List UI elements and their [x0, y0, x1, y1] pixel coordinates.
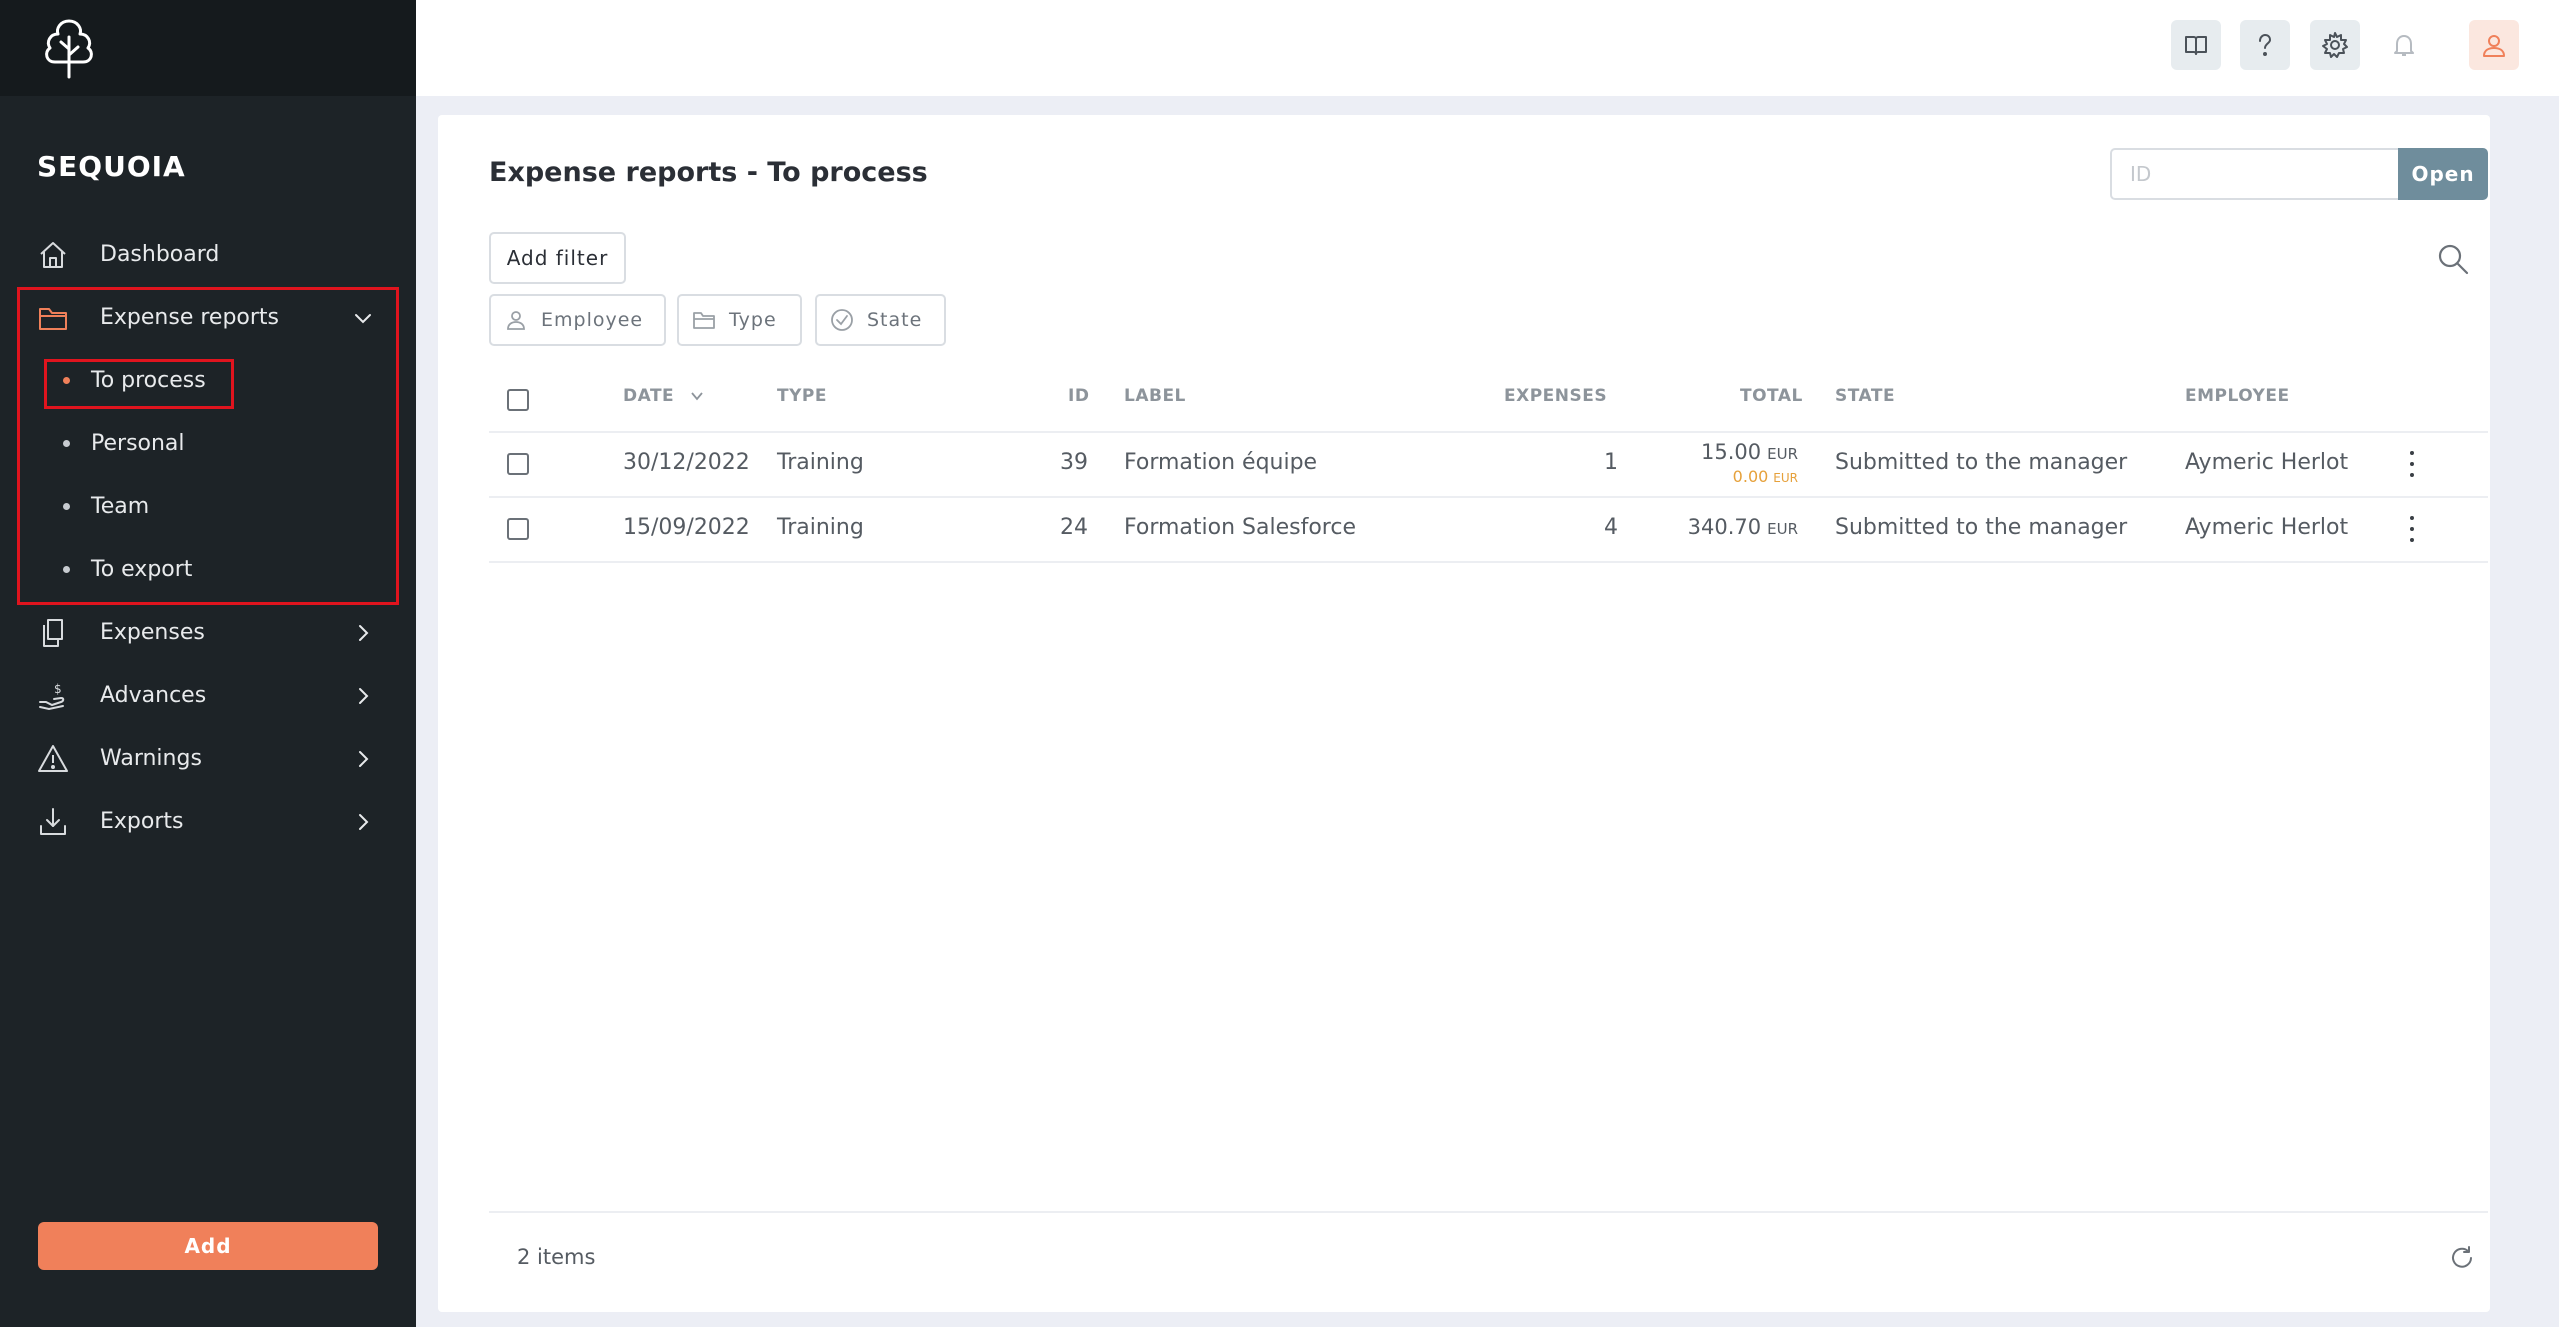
column-header-label: DATE [623, 386, 675, 406]
tree-logo-icon[interactable] [36, 15, 102, 81]
column-header-state[interactable]: STATE [1835, 386, 1895, 406]
search-icon[interactable] [2436, 242, 2470, 276]
row-divider [489, 496, 2488, 498]
person-icon [503, 307, 529, 333]
sidebar-item-expenses[interactable]: Expenses [0, 601, 416, 664]
chip-label: State [867, 309, 923, 331]
refresh-icon[interactable] [2448, 1244, 2476, 1272]
chip-label: Employee [541, 309, 644, 331]
cell-state: Submitted to the manager [1835, 450, 2128, 475]
filter-chip-state[interactable]: State [815, 294, 946, 346]
highlight-box-to-process [44, 359, 234, 409]
cell-type: Training [777, 450, 864, 475]
header-divider [489, 431, 2488, 433]
sidebar-header [0, 0, 416, 96]
chevron-right-icon[interactable] [350, 620, 376, 646]
column-header-date[interactable]: DATE [623, 386, 705, 406]
brand-name: SEQUOIA [37, 150, 186, 183]
chevron-right-icon[interactable] [350, 746, 376, 772]
total-currency: EUR [1767, 520, 1798, 538]
more-vertical-icon[interactable] [2402, 451, 2422, 477]
column-header-expenses[interactable]: EXPENSES [1504, 386, 1607, 406]
filter-chip-employee[interactable]: Employee [489, 294, 666, 346]
more-vertical-icon[interactable] [2402, 516, 2422, 542]
sidebar-item-label: Dashboard [100, 242, 220, 267]
sidebar: SEQUOIA Dashboard Expense reports To pro… [0, 0, 416, 1327]
open-button[interactable]: Open [2398, 148, 2488, 200]
column-header-total[interactable]: TOTAL [1740, 386, 1803, 406]
sort-down-icon [690, 392, 703, 401]
chip-label: Type [729, 309, 777, 331]
add-button[interactable]: Add [38, 1222, 378, 1270]
sidebar-item-label: Warnings [100, 746, 202, 771]
gear-icon[interactable] [2310, 20, 2360, 70]
column-header-type[interactable]: TYPE [777, 386, 827, 406]
bell-icon[interactable] [2379, 20, 2429, 70]
total-amount: 340.70 [1687, 515, 1762, 539]
cell-date: 15/09/2022 [623, 515, 750, 540]
sidebar-item-dashboard[interactable]: Dashboard [0, 223, 416, 286]
hand-coin-icon: $ [36, 679, 70, 713]
cell-employee: Aymeric Herlot [2185, 450, 2349, 475]
sidebar-item-advances[interactable]: $ Advances [0, 664, 416, 727]
cell-id: 24 [1060, 515, 1088, 540]
column-header-employee[interactable]: EMPLOYEE [2185, 386, 2290, 406]
cell-total: 340.70 EUR [1598, 515, 1798, 539]
help-icon[interactable] [2240, 20, 2290, 70]
cell-employee: Aymeric Herlot [2185, 515, 2349, 540]
check-circle-icon [829, 307, 855, 333]
cell-label: Formation équipe [1124, 450, 1318, 475]
row-checkbox[interactable] [507, 518, 529, 540]
sub-total-amount: 0.00 [1732, 467, 1769, 486]
user-icon[interactable] [2469, 20, 2519, 70]
chevron-right-icon[interactable] [350, 809, 376, 835]
row-checkbox[interactable] [507, 453, 529, 475]
home-icon [36, 238, 70, 272]
column-header-label-col[interactable]: LABEL [1124, 386, 1186, 406]
filter-chip-type[interactable]: Type [677, 294, 802, 346]
column-header-id[interactable]: ID [1068, 386, 1089, 406]
sidebar-item-exports[interactable]: Exports [0, 790, 416, 853]
download-icon [36, 805, 70, 839]
content-card: Expense reports - To process Open Add fi… [438, 115, 2490, 1312]
sidebar-item-warnings[interactable]: Warnings [0, 727, 416, 790]
sidebar-item-label: Expenses [100, 620, 205, 645]
cell-id: 39 [1060, 450, 1088, 475]
footer-divider [489, 1211, 2488, 1213]
sub-total-currency: EUR [1773, 471, 1798, 485]
id-search-input[interactable] [2110, 148, 2398, 200]
chevron-right-icon[interactable] [350, 683, 376, 709]
sidebar-item-label: Advances [100, 683, 207, 708]
cell-type: Training [777, 515, 864, 540]
sidebar-item-label: Exports [100, 809, 184, 834]
topbar [416, 0, 2559, 96]
cell-sub-total: 0.00 EUR [1598, 467, 1798, 486]
total-amount: 15.00 [1700, 440, 1762, 464]
cell-state: Submitted to the manager [1835, 515, 2128, 540]
row-divider [489, 561, 2488, 563]
cell-label: Formation Salesforce [1124, 515, 1356, 540]
cell-total: 15.00 EUR [1598, 440, 1798, 464]
highlight-box-expense-reports [17, 287, 399, 605]
warning-icon [36, 742, 70, 776]
cell-date: 30/12/2022 [623, 450, 750, 475]
page-title: Expense reports - To process [489, 157, 928, 188]
items-count: 2 items [517, 1245, 596, 1269]
folder-icon [691, 307, 717, 333]
total-currency: EUR [1767, 445, 1798, 463]
select-all-checkbox[interactable] [507, 389, 529, 411]
add-filter-button[interactable]: Add filter [489, 232, 626, 284]
book-icon[interactable] [2171, 20, 2221, 70]
documents-icon [36, 616, 70, 650]
svg-text:$: $ [54, 682, 62, 696]
